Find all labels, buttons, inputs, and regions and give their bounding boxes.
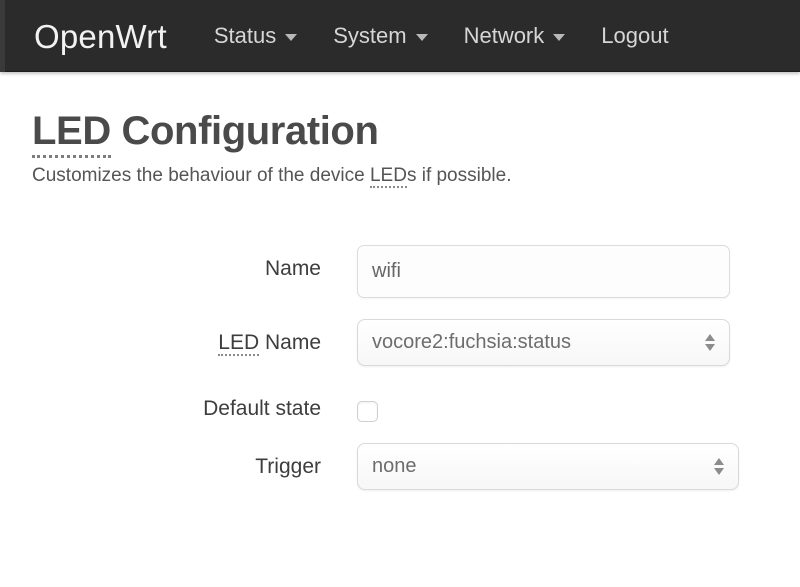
default-state-control: [357, 387, 800, 422]
page-description-after: s if possible.: [406, 165, 512, 186]
page-content: LED Configuration Customizes the behavio…: [0, 72, 800, 188]
page-description-before: Customizes the behaviour of the device: [32, 165, 370, 186]
led-name-select-wrapper: vocore2:fuchsia:status: [357, 319, 730, 366]
openwrt-brand-logo[interactable]: OpenWrt: [34, 20, 167, 53]
default-state-checkbox[interactable]: [357, 401, 378, 422]
name-control: [357, 245, 800, 298]
page-description: Customizes the behaviour of the device L…: [0, 152, 800, 188]
led-configuration-page: OpenWrt Status System Network Logout LED…: [0, 0, 800, 587]
navbar-menu: Status System Network Logout: [214, 25, 669, 47]
default-state-label: Default state: [203, 397, 321, 420]
name-label: Name: [264, 257, 321, 280]
form-row-default-state: Default state: [0, 387, 800, 422]
nav-item-system[interactable]: System: [333, 23, 428, 48]
page-title: LED Configuration: [0, 72, 800, 158]
nav-item-network[interactable]: Network: [464, 25, 566, 47]
form-row-led-name: LED Name vocore2:fuchsia:status: [0, 319, 800, 366]
form-row-trigger: Trigger none: [0, 443, 800, 490]
led-config-form: Name LED Name vocore2:fuchsia:status Def…: [0, 245, 800, 511]
chevron-down-icon: [285, 34, 298, 41]
page-title-abbr-led: LED: [32, 109, 111, 158]
trigger-label: Trigger: [255, 455, 321, 478]
form-row-name: Name: [0, 245, 800, 298]
led-name-select[interactable]: vocore2:fuchsia:status: [357, 319, 730, 366]
trigger-control: none: [357, 443, 800, 490]
nav-item-status[interactable]: Status: [213, 23, 298, 48]
top-navigation-bar: OpenWrt Status System Network Logout: [0, 0, 800, 72]
page-title-rest: Configuration: [110, 109, 379, 153]
nav-item-system-label: System: [333, 23, 407, 48]
nav-item-status-label: Status: [213, 23, 277, 48]
led-name-control: vocore2:fuchsia:status: [357, 319, 800, 366]
nav-item-logout-label: Logout: [601, 23, 669, 48]
led-name-label-abbr: LED: [218, 331, 260, 356]
chevron-down-icon: [553, 34, 566, 41]
led-name-label: LED Name: [0, 319, 357, 356]
chevron-down-icon: [415, 34, 428, 41]
name-input[interactable]: [357, 245, 730, 298]
trigger-select-wrapper: none: [357, 443, 739, 490]
navbar-content: OpenWrt Status System Network Logout: [0, 0, 669, 72]
nav-item-network-label: Network: [463, 23, 545, 48]
led-name-label-rest: Name: [259, 331, 321, 354]
trigger-select[interactable]: none: [357, 443, 739, 490]
page-description-abbr-led: LED: [369, 165, 407, 188]
nav-item-logout[interactable]: Logout: [601, 25, 668, 47]
